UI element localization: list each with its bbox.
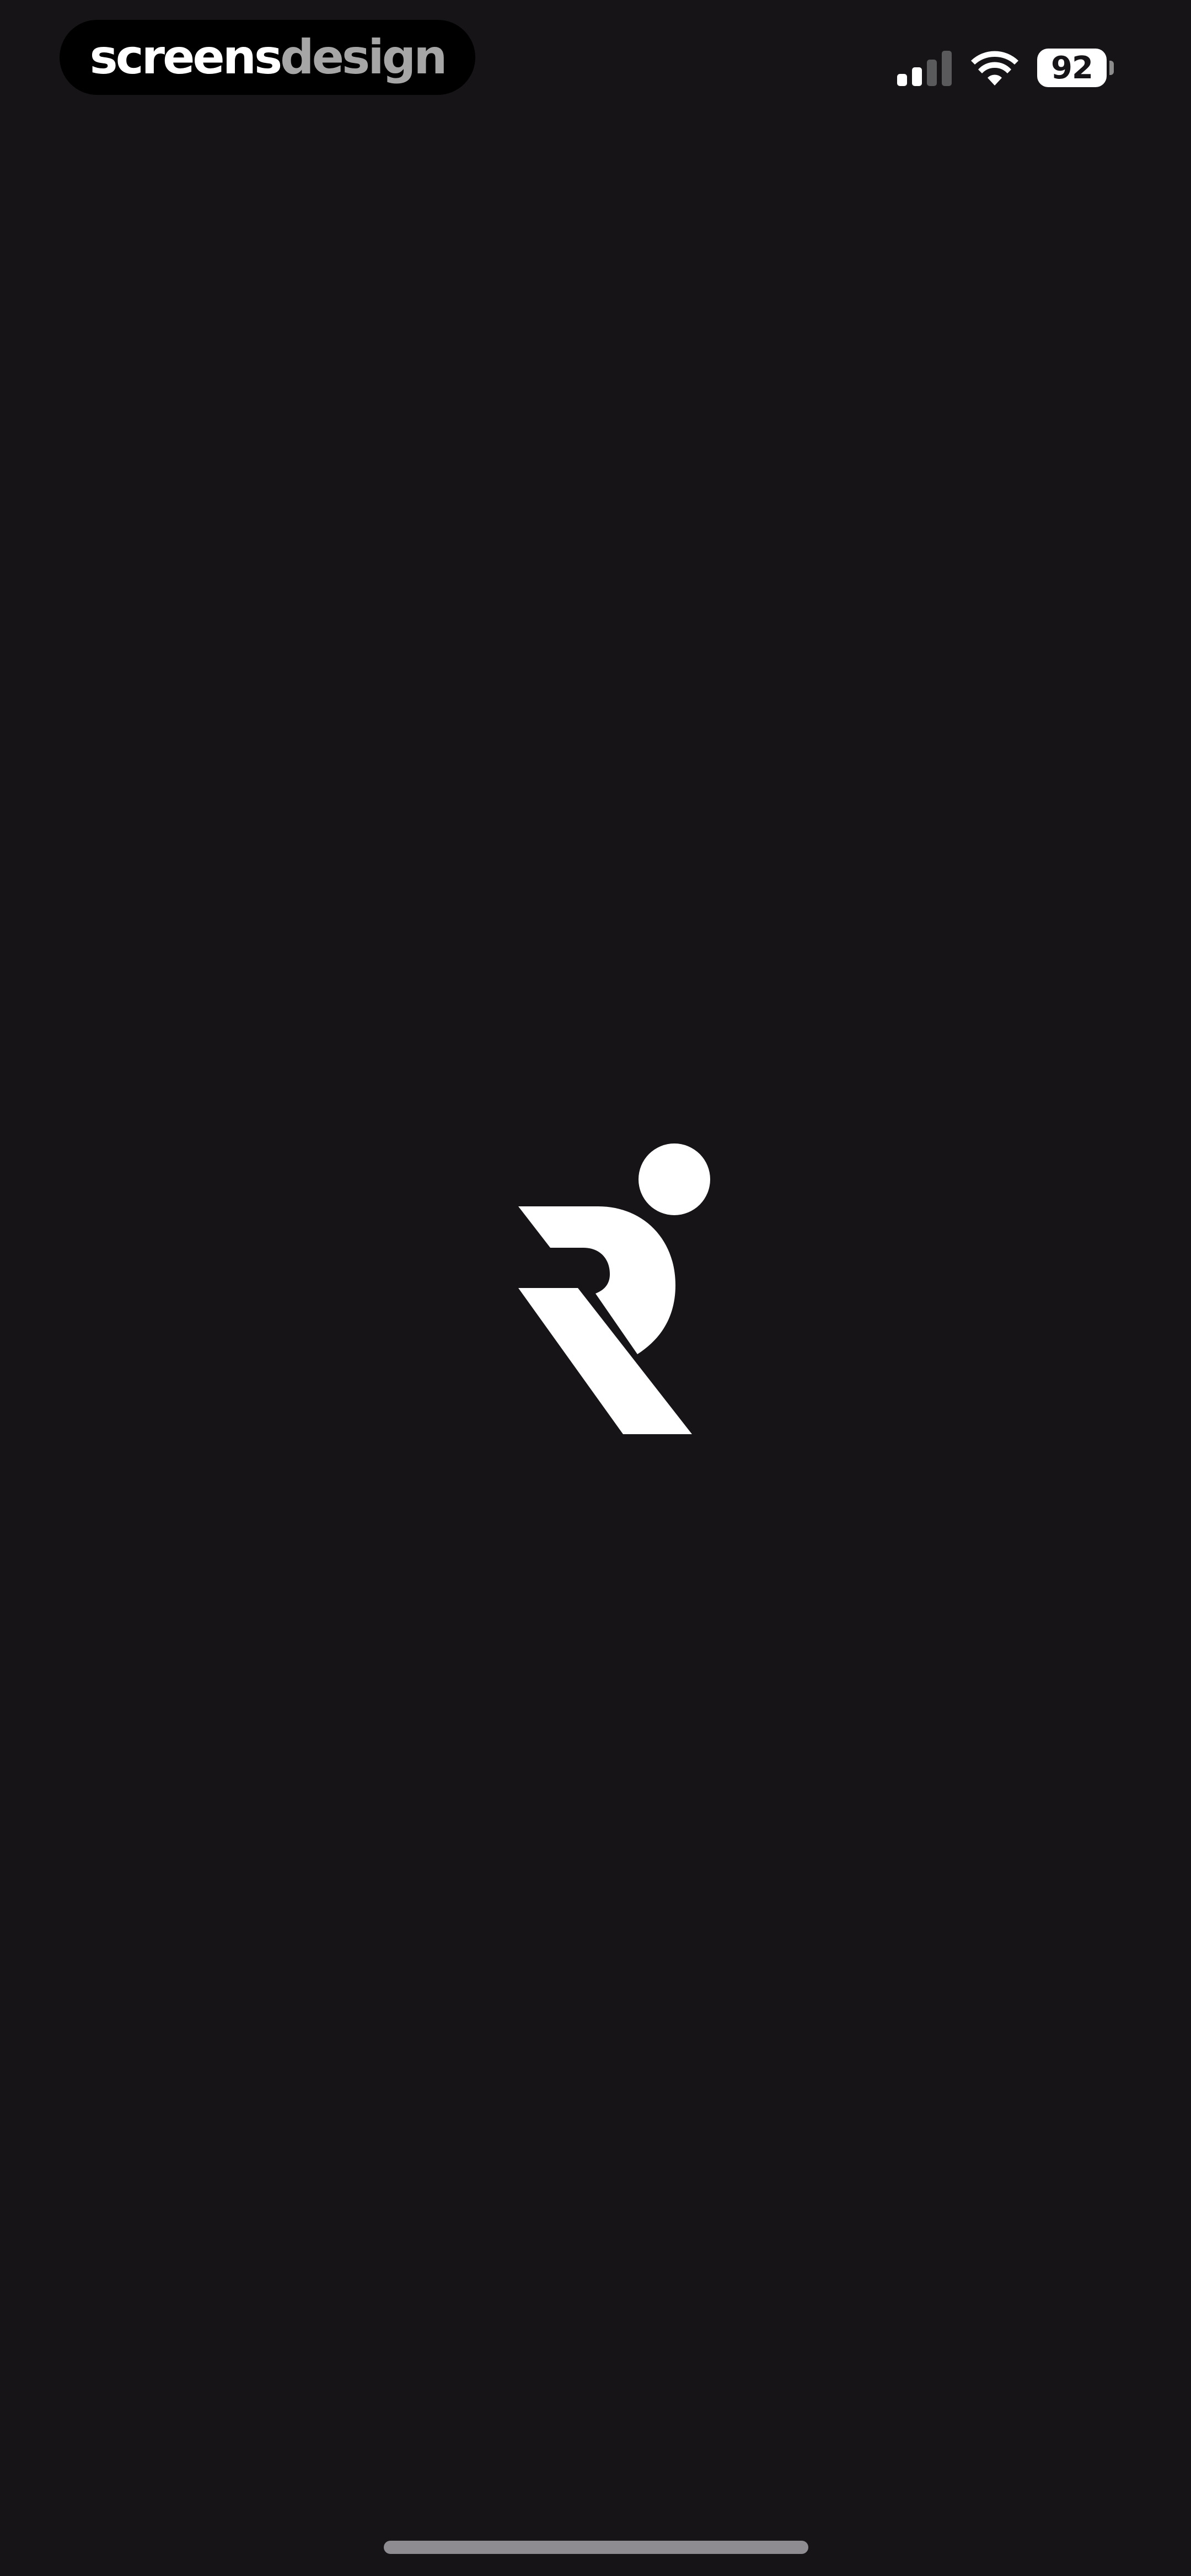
- cellular-signal-icon: [897, 51, 952, 86]
- battery-level: 92: [1037, 49, 1107, 87]
- screensdesign-watermark: screens design: [60, 20, 475, 95]
- battery-tip: [1109, 61, 1114, 75]
- r-runner-logo-icon: [518, 1143, 710, 1434]
- wifi-icon: [971, 51, 1018, 85]
- splash-screen: screens design 92: [0, 0, 1191, 2576]
- battery-indicator: 92: [1037, 49, 1114, 87]
- status-bar: 92: [897, 46, 1114, 89]
- home-indicator[interactable]: [384, 2541, 808, 2554]
- watermark-text-design: design: [280, 30, 447, 85]
- watermark-text-screens: screens: [89, 30, 283, 85]
